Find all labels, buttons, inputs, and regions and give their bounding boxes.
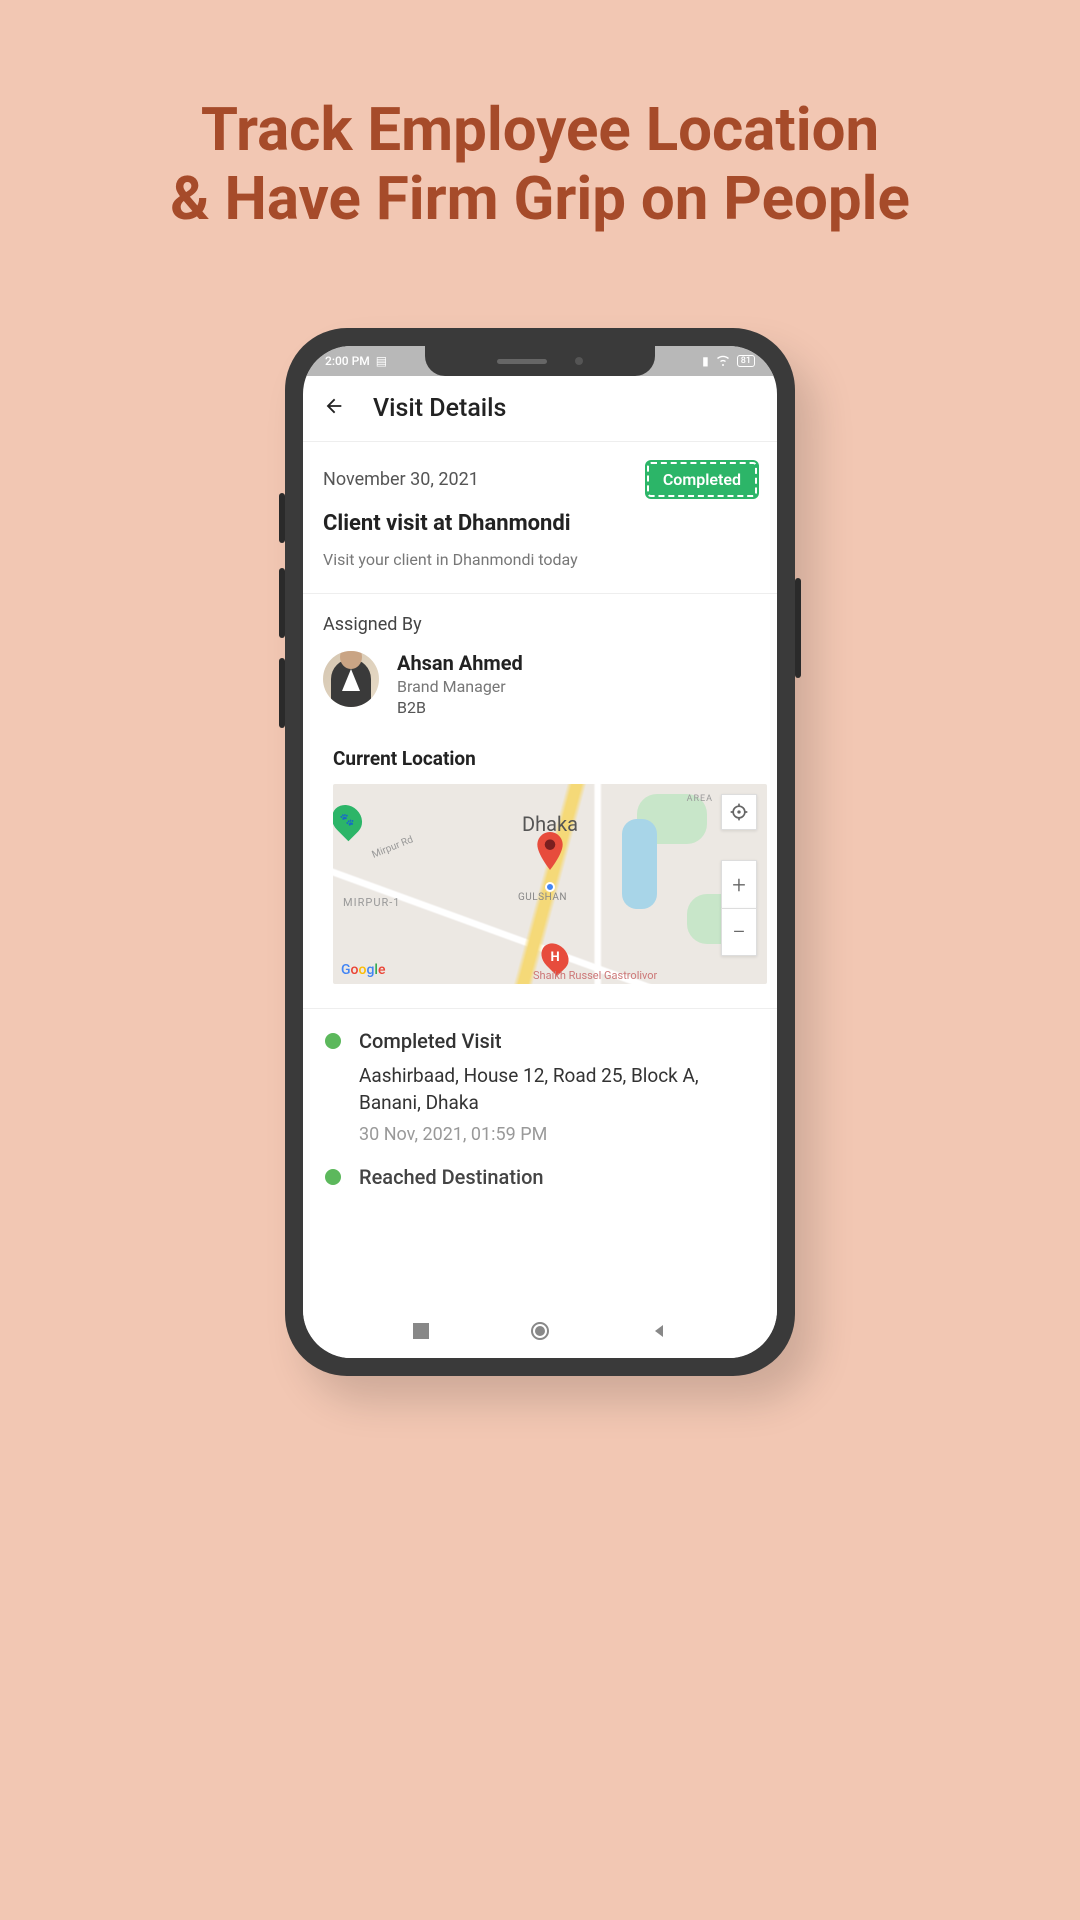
marketing-headline: Track Employee Location & Have Firm Grip… [0,0,1080,233]
phone-side-button [795,578,801,678]
timeline-dot-icon [325,1033,341,1049]
visit-date: November 30, 2021 [323,469,479,490]
person-role: Brand Manager [397,677,523,696]
timeline-title: Completed Visit [359,1029,757,1053]
map-current-dot [545,882,555,892]
visit-title: Client visit at Dhanmondi [323,511,757,536]
avatar [323,651,379,707]
map[interactable]: Dhaka MIRPUR-1 GULSHAN Mirpur Rd Shaikh … [333,784,767,984]
headline-line2: & Have Firm Grip on People [170,163,910,234]
map-poi-label: Shaikh Russel Gastrolivor [533,969,657,982]
back-button[interactable] [323,395,345,423]
phone-mockup: 2:00 PM ▤ ▮ 81 Visit Details November 30… [285,328,795,1376]
nav-back-button[interactable] [651,1323,667,1343]
map-pin-icon [537,832,563,870]
person-name: Ahsan Ahmed [397,651,523,675]
timeline-address: Aashirbaad, House 12, Road 25, Block A, … [359,1063,757,1116]
notch-speaker [497,359,547,364]
map-area-label: GULSHAN [518,892,567,903]
google-logo: Google [341,962,385,978]
map-area-label: MIRPUR-1 [343,896,400,909]
map-area-overlay: AREA [687,794,713,804]
status-badge: Completed [647,462,757,497]
map-locate-button[interactable] [721,794,757,830]
phone-side-button [279,658,285,728]
map-zoom-in-button[interactable]: + [721,860,757,908]
phone-side-button [279,568,285,638]
wifi-icon [715,354,731,369]
headline-line1: Track Employee Location [201,94,879,165]
phone-screen: 2:00 PM ▤ ▮ 81 Visit Details November 30… [303,346,777,1358]
android-nav-bar [303,1308,777,1358]
timeline-item: Reached Destination [323,1165,757,1187]
page-title: Visit Details [373,394,506,423]
assigned-by-label: Assigned By [323,614,757,635]
signal-icon: ▮ [702,354,709,368]
assigned-person: Ahsan Ahmed Brand Manager B2B [323,651,757,717]
battery-icon: 81 [737,355,755,367]
phone-notch [425,346,655,376]
timeline-title: Reached Destination [359,1165,757,1187]
timeline-item: Completed Visit Aashirbaad, House 12, Ro… [323,1029,757,1145]
nav-home-button[interactable] [530,1321,550,1345]
current-location-label: Current Location [323,747,757,770]
nav-recent-button[interactable] [413,1323,429,1343]
visit-description: Visit your client in Dhanmondi today [323,550,757,569]
divider [303,593,777,594]
content-area: November 30, 2021 Completed Client visit… [303,442,777,1187]
person-department: B2B [397,698,523,717]
divider [303,1008,777,1009]
phone-side-button [279,493,285,543]
notch-camera [575,357,583,365]
map-zoom-out-button[interactable]: − [721,908,757,956]
app-header: Visit Details [303,376,777,442]
status-time: 2:00 PM [325,354,370,368]
timeline-time: 30 Nov, 2021, 01:59 PM [359,1124,757,1145]
timeline-dot-icon [325,1169,341,1185]
notification-icon: ▤ [376,354,387,368]
